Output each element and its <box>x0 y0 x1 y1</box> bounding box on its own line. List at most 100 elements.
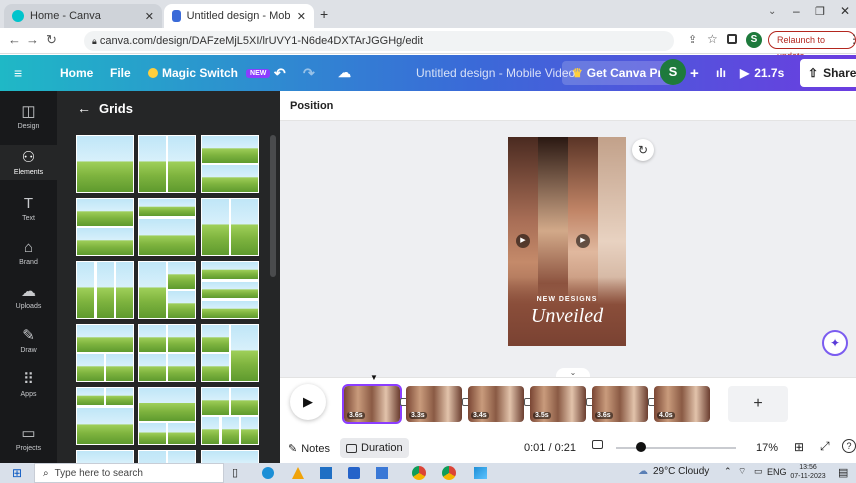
weather-widget[interactable]: ☁ 29°C Cloudy <box>638 466 709 477</box>
share-page-icon[interactable]: ⇪ <box>688 33 697 46</box>
browser-tab-design[interactable]: Untitled design - Mobile Video ✕ <box>164 4 314 28</box>
language-indicator[interactable]: ENG <box>767 467 787 477</box>
close-icon[interactable]: ✕ <box>145 10 154 23</box>
regenerate-icon[interactable]: ↻ <box>632 139 654 161</box>
playhead-marker-icon[interactable]: ▼ <box>370 373 378 382</box>
clock[interactable]: 13:56 07-11-2023 <box>788 463 828 481</box>
grid-layout-thumbnail[interactable] <box>138 450 196 463</box>
rail-item-text[interactable]: T Text <box>0 195 57 222</box>
battery-icon[interactable]: ▭ <box>754 466 763 477</box>
grid-layout-thumbnail[interactable] <box>76 450 134 463</box>
grid-layout-thumbnail[interactable] <box>138 135 196 193</box>
photos-app-icon[interactable] <box>474 467 487 479</box>
document-title[interactable]: Untitled design - Mobile Video <box>416 55 575 91</box>
grid-layout-thumbnail[interactable] <box>201 387 259 445</box>
relaunch-button[interactable]: Relaunch to update <box>768 31 856 61</box>
position-button[interactable]: Position <box>290 100 333 112</box>
vlc-app-icon[interactable] <box>292 467 304 479</box>
grid-layout-thumbnail[interactable] <box>76 261 134 319</box>
back-icon[interactable]: ← <box>8 32 21 47</box>
timeline-clip[interactable]: 3.3s <box>406 386 462 422</box>
timeline-clip[interactable]: 3.6s <box>342 384 402 424</box>
magic-assistant-icon[interactable]: ✦ <box>822 330 848 356</box>
design-heading[interactable]: NEW DESIGNS <box>508 296 626 303</box>
share-button[interactable]: ⇧ Share <box>800 59 856 87</box>
restore-icon[interactable]: ❐ <box>815 5 825 18</box>
edge-app-icon[interactable] <box>262 467 274 479</box>
back-arrow-icon[interactable]: ← <box>77 100 91 116</box>
chrome-profile-app-icon[interactable] <box>442 466 456 480</box>
menu-icon[interactable]: ≡ <box>14 55 22 91</box>
insights-icon[interactable]: ılı <box>716 55 726 91</box>
notification-icon[interactable]: ▤ <box>838 466 848 479</box>
chevron-down-icon[interactable]: ⌄ <box>768 6 776 17</box>
zoom-slider-handle[interactable] <box>636 442 647 452</box>
wifi-icon[interactable]: ⌔ <box>738 466 746 477</box>
notes-button[interactable]: ✎ Notes <box>288 442 330 456</box>
video-play-icon[interactable]: ▶ <box>516 234 530 248</box>
fit-page-icon[interactable] <box>592 440 603 449</box>
explorer-app-icon[interactable] <box>376 467 388 479</box>
timeline-clip[interactable]: 4.0s <box>654 386 710 422</box>
timeline-play-button[interactable]: ▶ <box>290 384 326 420</box>
grid-layout-thumbnail[interactable] <box>138 387 196 445</box>
grid-layout-thumbnail[interactable] <box>201 135 259 193</box>
add-clip-button[interactable]: + <box>728 386 788 422</box>
taskbar-search-box[interactable]: ⌕ Type here to search <box>34 463 224 483</box>
url-field[interactable]: 🔒︎ canva.com/design/DAFzeMjL5XI/lrUVY1-N… <box>84 31 674 51</box>
rail-item-elements[interactable]: ⚇ Elements <box>0 145 57 180</box>
play-preview-button[interactable]: ▶ 21.7s <box>740 55 784 91</box>
rail-item-apps[interactable]: ⠿ Apps <box>0 371 57 398</box>
rail-item-draw[interactable]: ✎ Draw <box>0 327 57 354</box>
grid-layout-thumbnail[interactable] <box>138 261 196 319</box>
rail-item-design[interactable]: ◫ Design <box>0 103 57 130</box>
video-play-icon[interactable]: ▶ <box>576 234 590 248</box>
grid-layout-thumbnail[interactable] <box>201 198 259 256</box>
panel-scrollbar[interactable] <box>270 135 276 277</box>
grid-layout-thumbnail[interactable] <box>76 387 134 445</box>
file-menu-button[interactable]: File <box>110 55 131 91</box>
store-app-icon[interactable] <box>320 467 332 479</box>
grid-layout-thumbnail[interactable] <box>138 324 196 382</box>
sidepanel-icon[interactable] <box>727 34 737 44</box>
duration-button[interactable]: Duration <box>340 438 409 458</box>
chrome-app-icon[interactable] <box>412 466 426 480</box>
grid-layout-thumbnail[interactable] <box>201 261 259 319</box>
close-icon[interactable]: ✕ <box>297 10 306 23</box>
window-close-icon[interactable]: ✕ <box>840 4 850 18</box>
windows-start-icon[interactable]: ⊞ <box>12 466 22 480</box>
rail-item-projects[interactable]: ▭ Projects <box>0 425 57 452</box>
browser-tab-home[interactable]: Home - Canva ✕ <box>4 4 162 28</box>
timeline-clip[interactable]: 3.6s <box>592 386 648 422</box>
design-page[interactable]: NEW DESIGNS Unveiled ▶ ▶ <box>508 137 626 346</box>
rail-item-uploads[interactable]: ☁ Uploads <box>0 283 57 310</box>
magic-switch-button[interactable]: Magic Switch NEW <box>148 55 271 91</box>
grid-layout-thumbnail[interactable] <box>76 135 134 193</box>
help-icon[interactable]: ? <box>842 439 856 453</box>
profile-avatar[interactable]: S <box>746 32 762 48</box>
cloud-saved-icon[interactable]: ☁ <box>338 55 351 91</box>
mail-app-icon[interactable] <box>348 467 360 479</box>
grid-layout-thumbnail[interactable] <box>201 324 259 382</box>
minimize-icon[interactable]: – <box>793 4 800 18</box>
grid-layout-thumbnail[interactable] <box>138 198 196 256</box>
grid-view-icon[interactable]: ⊞ <box>794 440 804 454</box>
user-avatar[interactable]: S <box>660 59 686 85</box>
timeline-clip[interactable]: 3.4s <box>468 386 524 422</box>
fullscreen-icon[interactable]: ⤢ <box>820 439 830 454</box>
grid-layout-thumbnail[interactable] <box>76 198 134 256</box>
grid-layout-thumbnail[interactable] <box>76 324 134 382</box>
tray-chevron-icon[interactable]: ⌃ <box>724 466 732 477</box>
add-collaborator-icon[interactable]: + <box>690 55 699 91</box>
home-button[interactable]: Home <box>60 55 93 91</box>
redo-icon[interactable]: ↷ <box>303 55 315 91</box>
rail-item-brand[interactable]: ⌂ Brand <box>0 239 57 266</box>
design-script-title[interactable]: Unveiled <box>508 305 626 328</box>
new-tab-icon[interactable]: + <box>320 6 328 22</box>
zoom-slider-track[interactable] <box>616 447 736 449</box>
bookmark-star-icon[interactable]: ☆ <box>707 32 718 46</box>
more-menu-icon[interactable]: ⋮ <box>848 32 856 46</box>
task-view-icon[interactable]: ▯ <box>232 466 238 479</box>
forward-icon[interactable]: → <box>26 32 39 47</box>
grid-layout-thumbnail[interactable] <box>201 450 259 463</box>
